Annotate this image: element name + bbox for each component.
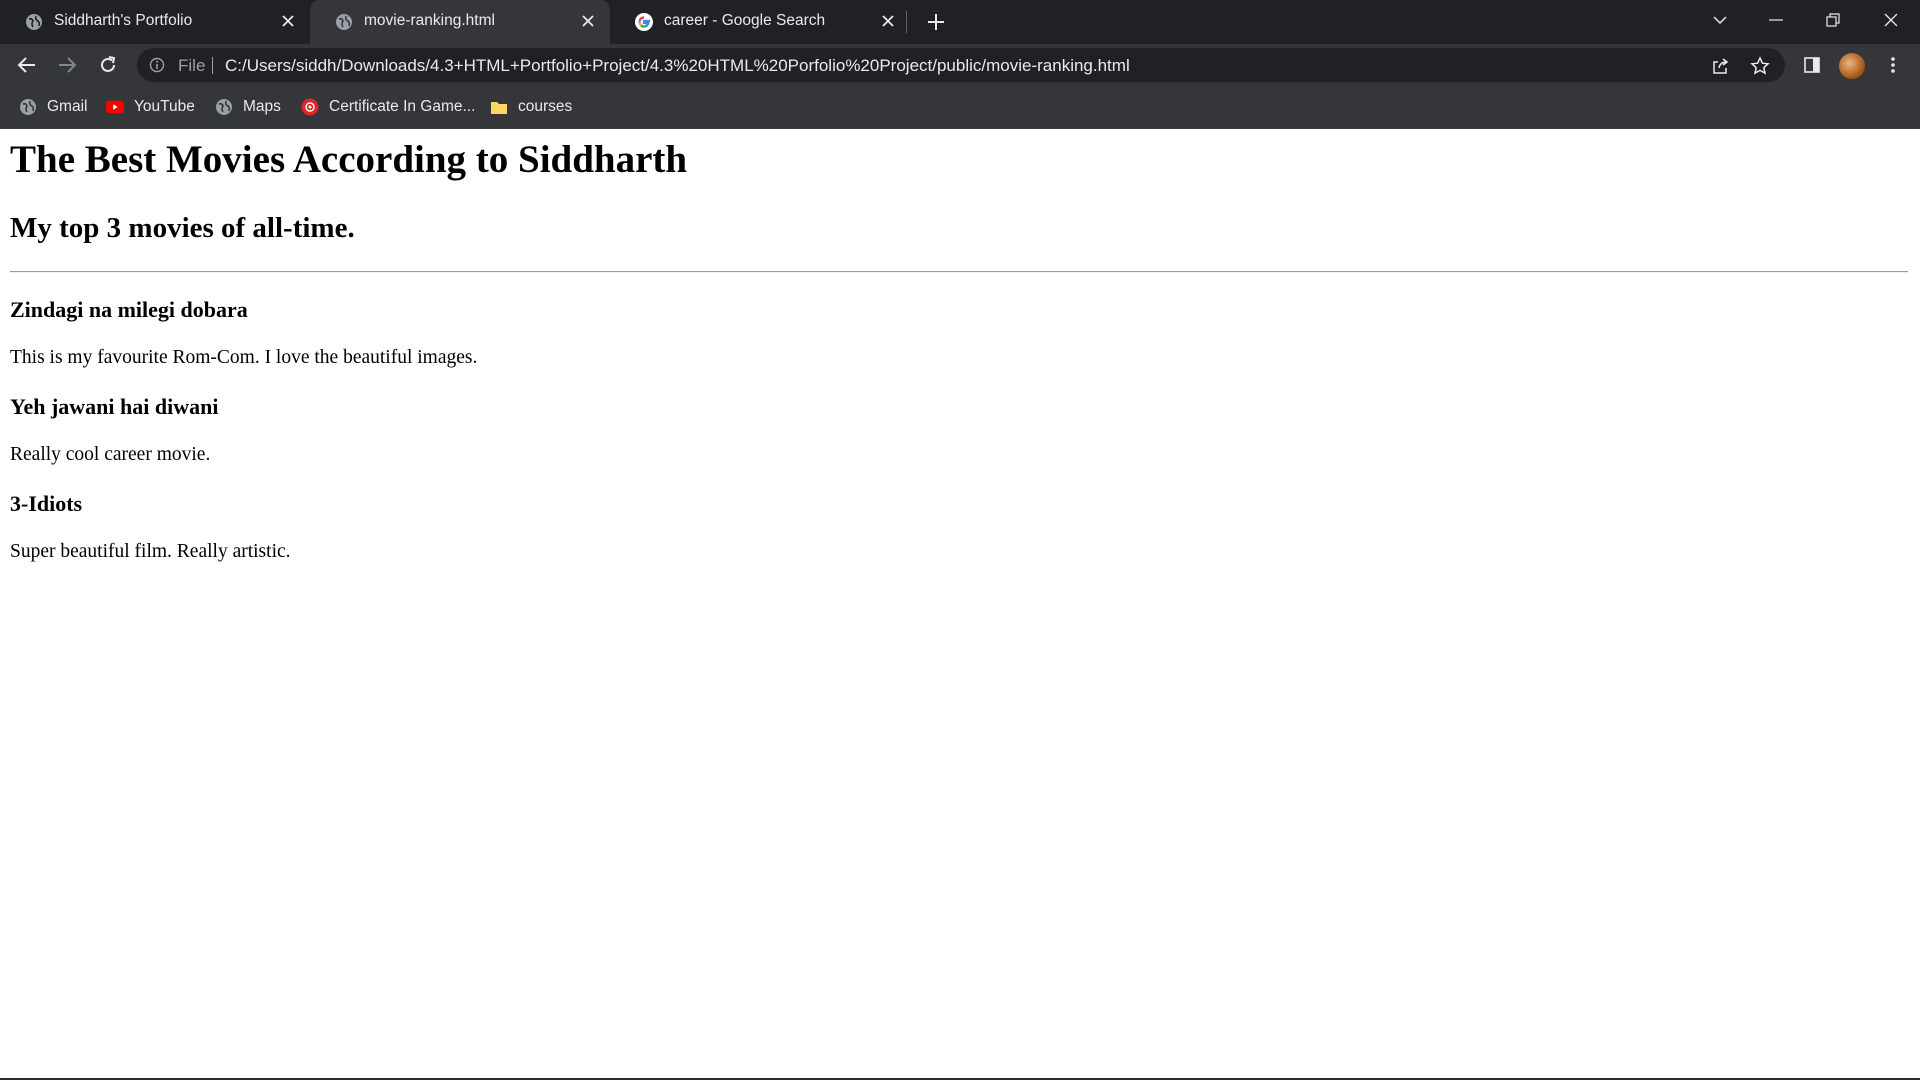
bookmark-label: courses <box>518 98 573 115</box>
info-icon[interactable] <box>149 57 165 73</box>
bookmark-youtube[interactable]: YouTube <box>106 96 195 118</box>
tab-movie-ranking[interactable]: movie-ranking.html <box>310 0 610 44</box>
tab-portfolio[interactable]: Siddharth's Portfolio <box>0 0 310 44</box>
bookmark-maps[interactable]: Maps <box>215 96 281 118</box>
tab-search-chevron-icon[interactable] <box>1697 0 1743 40</box>
movie-title: Zindagi na milegi dobara <box>10 297 248 322</box>
folder-icon <box>490 98 508 116</box>
close-tab-icon[interactable] <box>878 11 898 31</box>
page-content: The Best Movies According to Siddharth M… <box>0 129 1920 1078</box>
movie-title: 3-Idiots <box>10 491 83 516</box>
close-tab-icon[interactable] <box>578 11 598 31</box>
forward-arrow-icon[interactable] <box>53 51 81 79</box>
url-text[interactable]: C:/Users/siddh/Downloads/4.3+HTML+Portfo… <box>225 56 1130 76</box>
bookmark-label: Maps <box>243 98 281 115</box>
bookmark-label: YouTube <box>134 98 195 115</box>
close-window-icon[interactable] <box>1868 0 1914 40</box>
bookmarks-bar: Gmail YouTube Maps Certificate In Game..… <box>0 86 1920 129</box>
minimize-icon[interactable] <box>1753 0 1799 40</box>
tab-title: Siddharth's Portfolio <box>54 12 193 29</box>
youtube-icon <box>106 98 124 116</box>
page-title: The Best Movies According to Siddharth <box>10 138 688 181</box>
bookmark-star-icon[interactable] <box>1750 56 1770 76</box>
bookmark-gmail[interactable]: Gmail <box>19 96 87 118</box>
menu-kebab-icon[interactable] <box>1880 52 1906 78</box>
movie-description: Super beautiful film. Really artistic. <box>10 541 291 562</box>
movie-description: Really cool career movie. <box>10 444 211 465</box>
restore-icon[interactable] <box>1810 0 1856 40</box>
address-bar[interactable]: File C:/Users/siddh/Downloads/4.3+HTML+P… <box>137 48 1785 82</box>
bookmark-label: Gmail <box>47 98 88 115</box>
reload-icon[interactable] <box>94 51 122 79</box>
globe-icon <box>335 13 353 31</box>
side-panel-icon[interactable] <box>1799 52 1825 78</box>
tab-google-search[interactable]: career - Google Search <box>610 0 910 44</box>
close-tab-icon[interactable] <box>278 11 298 31</box>
movie-description: This is my favourite Rom-Com. I love the… <box>10 347 478 368</box>
globe-icon <box>25 13 43 31</box>
red-badge-icon <box>301 98 319 116</box>
tab-separator <box>906 11 907 33</box>
back-arrow-icon[interactable] <box>13 51 41 79</box>
page-subtitle: My top 3 movies of all-time. <box>10 212 355 244</box>
url-scheme-label: File <box>178 56 206 75</box>
share-icon[interactable] <box>1710 56 1730 76</box>
tab-title: career - Google Search <box>664 12 826 29</box>
tab-strip: Siddharth's Portfolio movie-ranking.html… <box>0 0 1920 44</box>
globe-icon <box>19 98 37 116</box>
tab-title: movie-ranking.html <box>364 12 495 29</box>
bookmark-label: Certificate In Game... <box>329 98 476 115</box>
horizontal-rule <box>10 271 1908 273</box>
new-tab-icon[interactable] <box>923 9 949 35</box>
globe-icon <box>215 98 233 116</box>
movie-title: Yeh jawani hai diwani <box>10 394 219 419</box>
bookmark-courses[interactable]: courses <box>490 96 572 118</box>
google-icon <box>635 13 653 31</box>
profile-avatar[interactable] <box>1839 53 1865 79</box>
browser-toolbar: File C:/Users/siddh/Downloads/4.3+HTML+P… <box>0 44 1920 86</box>
scheme-divider <box>212 57 213 74</box>
bookmark-certificate[interactable]: Certificate In Game... <box>301 96 475 118</box>
